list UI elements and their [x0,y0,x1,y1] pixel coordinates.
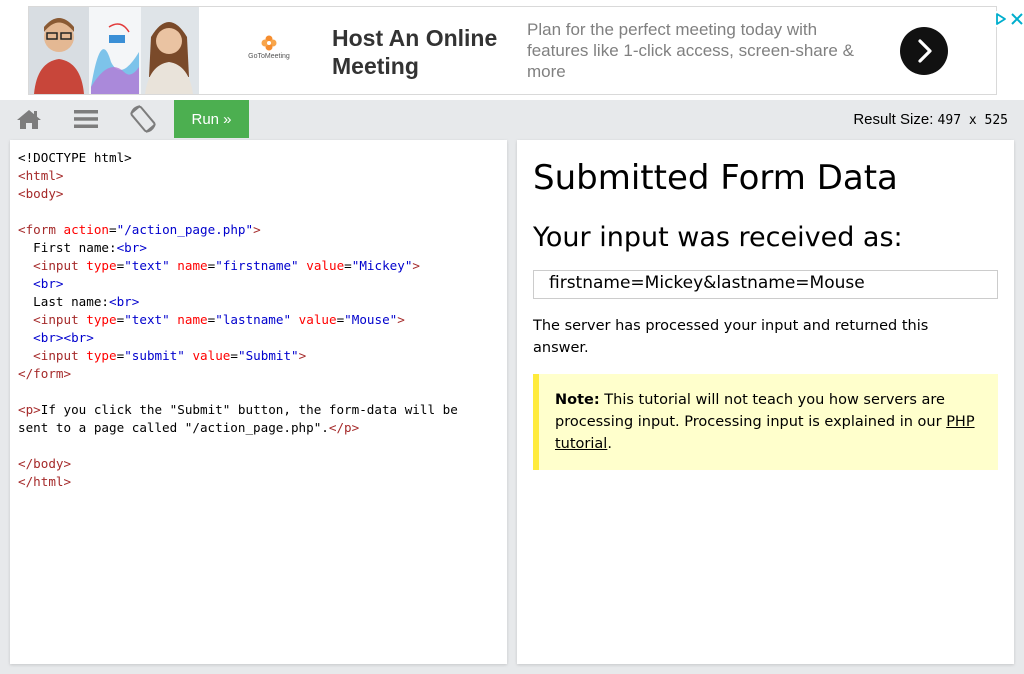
code-line: </html> [18,474,72,489]
result-subtitle: Your input was received as: [533,222,903,253]
brand-flower-icon [261,35,277,51]
server-message: The server has processed your input and … [533,318,929,356]
result-size: Result Size: 497 x 525 [853,111,1008,128]
code-line: <body> [18,186,64,201]
home-icon [17,110,41,129]
rotate-button[interactable] [121,100,165,138]
ad-headline[interactable]: Host An Online Meeting [332,24,512,80]
ad-body-text: Plan for the perfect meeting today with … [527,20,854,81]
code-line: </form> [18,366,72,381]
rotate-icon [130,105,156,133]
code-line: <input type="text" name="firstname" valu… [33,258,421,273]
code-text[interactable]: <!DOCTYPE html> <html> <body> <form action… [10,140,507,491]
ad-brand-logo: GoToMeeting [244,35,294,60]
result-title: Submitted Form Data [533,158,898,198]
code-line: First name:<br> [18,240,147,255]
menu-icon [74,110,98,128]
note-box: Note: This tutorial will not teach you h… [533,374,998,470]
note-end: . [607,436,612,452]
code-line: sent to a page called "/action_page.php"… [18,420,360,435]
result-frame: Submitted Form Data Your input was recei… [517,140,1014,664]
query-string-box: firstname=Mickey&lastname=Mouse [533,270,998,299]
ad-image [29,7,199,94]
ad-brand-name: GoToMeeting [248,53,290,60]
result-size-value: 497 x 525 [937,113,1008,128]
ad-cta-button[interactable] [900,27,948,75]
code-line: <html> [18,168,64,183]
code-line: </body> [18,456,72,471]
run-button[interactable]: Run » [174,100,249,138]
code-line: <p>If you click the "Submit" button, the… [18,402,458,417]
chevron-right-icon [918,39,932,63]
ad-banner-area: GoToMeeting Host An Online Meeting Plan … [0,0,1024,100]
code-line: <br><br> [33,330,94,345]
code-line: <br> [33,276,64,291]
code-editor[interactable]: <!DOCTYPE html> <html> <body> <form action… [10,140,507,664]
ad-choices[interactable] [993,11,1024,27]
result-size-label: Result Size: [853,111,934,128]
ad-banner[interactable]: GoToMeeting Host An Online Meeting Plan … [28,6,1024,95]
code-line: <!DOCTYPE html> [18,150,132,165]
code-line: <input type="text" name="lastname" value… [33,312,405,327]
note-text: This tutorial will not teach you how ser… [555,392,947,430]
menu-button[interactable] [64,100,108,138]
editor-stage: <!DOCTYPE html> <html> <body> <form action… [0,138,1024,674]
code-line: <input type="submit" value="Submit"> [33,348,307,363]
home-button[interactable] [7,100,51,138]
close-icon[interactable] [1009,11,1024,27]
editor-toolbar: Run » Result Size: 497 x 525 [0,100,1024,138]
ad-choices-icon[interactable] [993,11,1009,27]
note-label: Note: [555,392,600,408]
code-line: <form action="/action_page.php"> [18,222,261,237]
code-line: Last name:<br> [18,294,140,309]
